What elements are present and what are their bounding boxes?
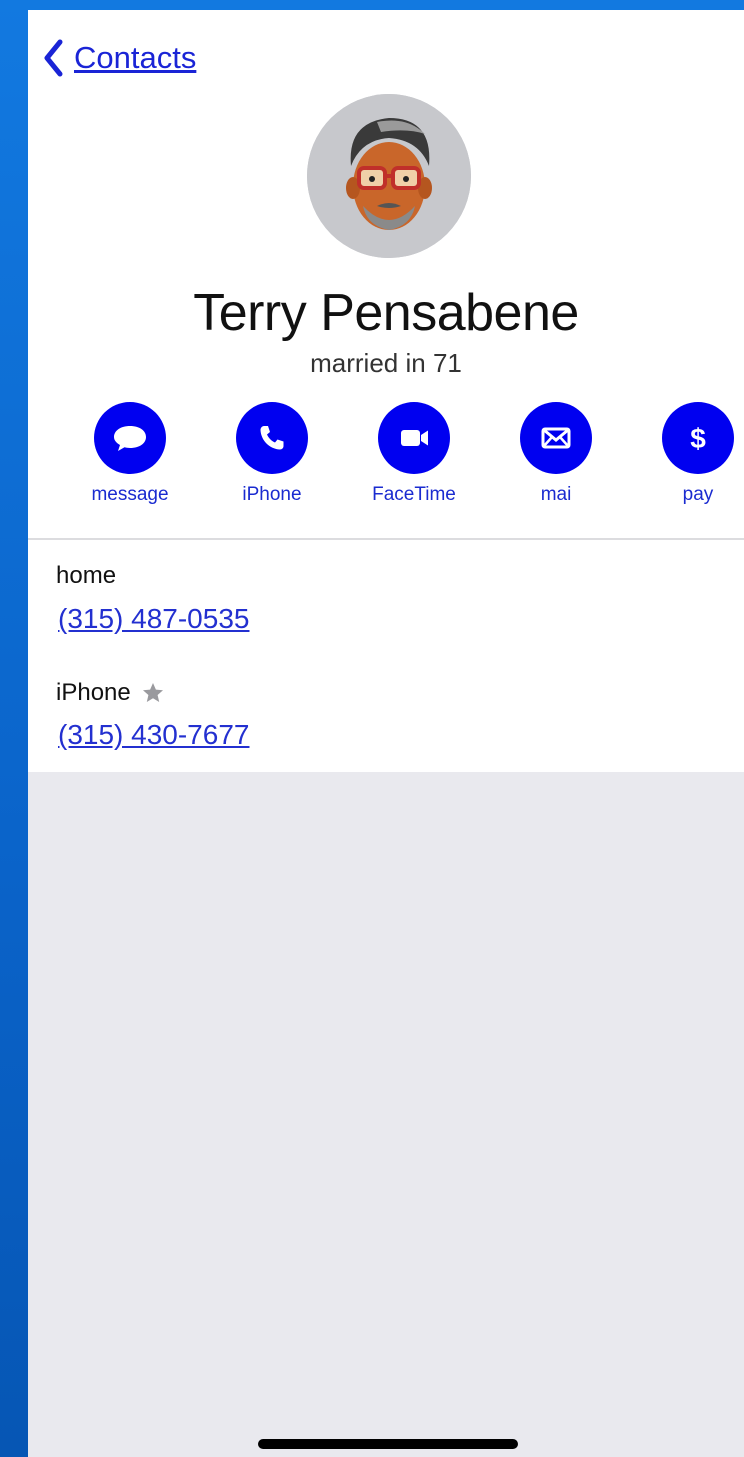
- contact-card: Contacts Terry Pensabene married in 71 m…: [28, 10, 744, 772]
- facetime-circle: [378, 402, 450, 474]
- svg-text:$: $: [690, 423, 706, 454]
- back-button[interactable]: Contacts: [42, 38, 196, 78]
- iphone-phone-number[interactable]: (315) 430-7677: [58, 719, 249, 751]
- contact-subtitle: married in 71: [310, 348, 462, 378]
- iphone-label: iPhone: [242, 484, 302, 505]
- message-circle: [94, 402, 166, 474]
- mail-envelope-icon: [541, 427, 571, 449]
- message-bubble-icon: [114, 426, 146, 451]
- pay-circle: $: [662, 402, 734, 474]
- contact-name: Terry Pensabene: [193, 284, 579, 342]
- back-label: Contacts: [74, 40, 197, 75]
- chevron-left-icon: [44, 39, 63, 77]
- message-label: message: [91, 484, 169, 505]
- home-phone-label-text: home: [56, 562, 117, 589]
- home-phone-label: home: [56, 562, 116, 590]
- home-phone-number[interactable]: (315) 487-0535: [58, 603, 249, 635]
- mail-circle: [520, 402, 592, 474]
- video-camera-icon: [401, 430, 428, 446]
- avatar: [307, 94, 471, 258]
- favorite-star-icon: [142, 683, 163, 702]
- pay-label: pay: [682, 484, 714, 505]
- call-circle: [236, 402, 308, 474]
- mail-button[interactable]: mai: [501, 402, 611, 506]
- iphone-phone-label-text: iPhone: [56, 679, 131, 706]
- mail-label: mai: [540, 484, 572, 505]
- message-button[interactable]: message: [75, 402, 185, 506]
- iphone-phone-label: iPhone: [56, 679, 165, 707]
- dollar-icon: $: [690, 423, 706, 454]
- phone-icon: [260, 426, 284, 450]
- facetime-label: FaceTime: [372, 484, 456, 505]
- pay-button[interactable]: $ pay: [643, 402, 744, 506]
- call-iphone-button[interactable]: iPhone: [217, 402, 327, 506]
- contact-screen: Contacts Terry Pensabene married in 71 m…: [28, 10, 744, 1457]
- memoji-avatar-icon: [307, 94, 471, 258]
- facetime-button[interactable]: FaceTime: [359, 402, 469, 506]
- quick-actions: message iPhone FaceTime mai $ pay: [28, 402, 744, 512]
- home-indicator[interactable]: [258, 1439, 518, 1449]
- section-divider: [28, 538, 744, 540]
